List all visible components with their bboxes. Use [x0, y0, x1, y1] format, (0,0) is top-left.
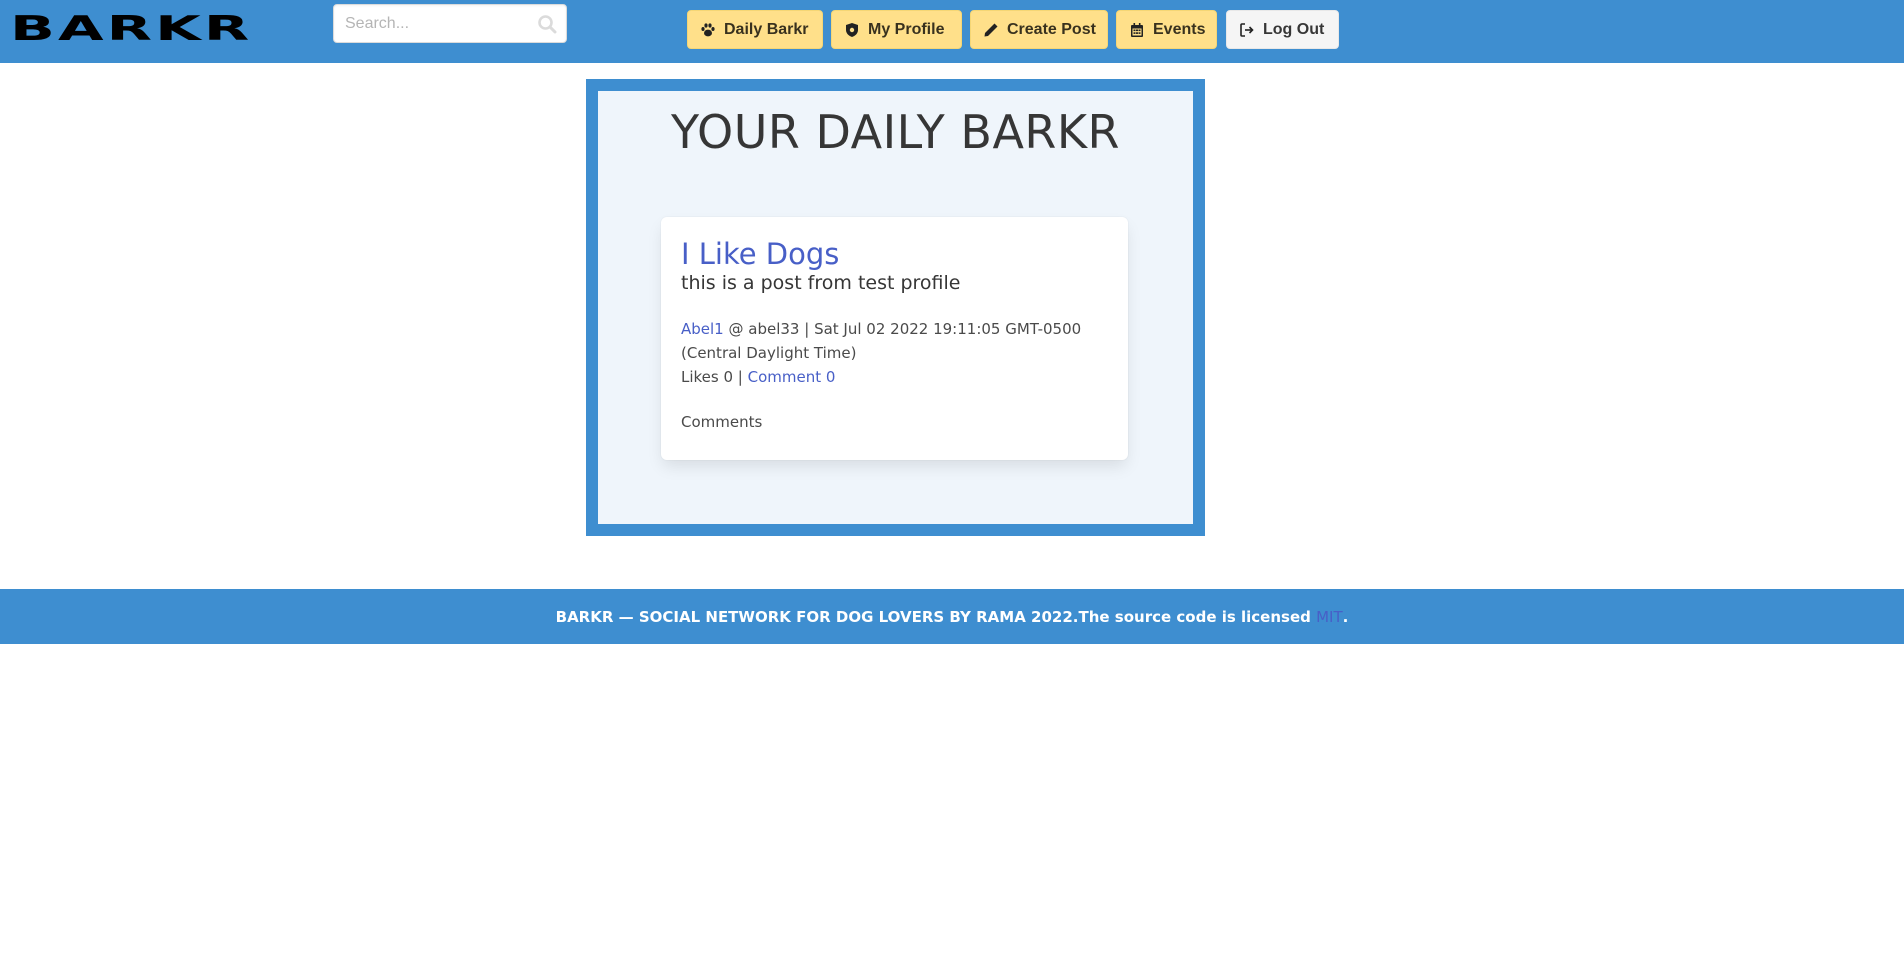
- comments-label: Comments: [681, 413, 763, 431]
- log-out-label: Log Out: [1263, 20, 1325, 38]
- daily-barkr-panel-inner: YOUR DAILY BARKR I Like Dogs this is a p…: [598, 91, 1193, 524]
- my-profile-label: My Profile: [868, 20, 945, 38]
- post-meta: Abel1 @ abel33 | Sat Jul 02 2022 19:11:0…: [681, 317, 1108, 389]
- search-icon[interactable]: [537, 14, 557, 34]
- footer-text: BARKR — SOCIAL NETWORK FOR DOG LOVERS BY…: [555, 607, 1311, 626]
- log-out-button[interactable]: Log Out: [1226, 10, 1339, 49]
- daily-barkr-label: Daily Barkr: [724, 20, 809, 38]
- sign-out-icon: [1239, 22, 1255, 38]
- page-title: YOUR DAILY BARKR: [670, 105, 1121, 159]
- my-profile-button[interactable]: My Profile: [831, 10, 962, 49]
- paw-icon: [700, 22, 716, 38]
- pencil-icon: [983, 22, 999, 38]
- shield-dog-icon: [844, 22, 860, 38]
- post-stats: Likes 0 | Comment 0: [681, 365, 1108, 389]
- post-title-link[interactable]: I Like Dogs: [681, 237, 839, 271]
- footer-license-link[interactable]: MIT: [1316, 608, 1343, 626]
- post-body: this is a post from test profile: [681, 272, 961, 294]
- post-author-link[interactable]: Abel1: [681, 320, 724, 338]
- post-timezone: (Central Daylight Time): [681, 344, 857, 362]
- daily-barkr-panel: YOUR DAILY BARKR I Like Dogs this is a p…: [586, 79, 1205, 536]
- create-post-label: Create Post: [1007, 20, 1096, 38]
- search-box: [333, 4, 567, 43]
- page-footer: BARKR — SOCIAL NETWORK FOR DOG LOVERS BY…: [0, 589, 1904, 644]
- top-navbar: BARKR Daily Barkr: [0, 0, 1904, 63]
- events-button[interactable]: Events: [1116, 10, 1217, 49]
- post-author-line: Abel1 @ abel33 | Sat Jul 02 2022 19:11:0…: [681, 317, 1108, 341]
- footer-end: .: [1342, 607, 1349, 626]
- calendar-icon: [1129, 22, 1145, 38]
- post-author-handle-date: @ abel33 | Sat Jul 02 2022 19:11:05 GMT-…: [728, 320, 1082, 338]
- search-input[interactable]: [334, 5, 566, 42]
- post-card: I Like Dogs this is a post from test pro…: [661, 217, 1128, 460]
- events-label: Events: [1153, 20, 1206, 38]
- create-post-button[interactable]: Create Post: [970, 10, 1108, 49]
- daily-barkr-button[interactable]: Daily Barkr: [687, 10, 823, 49]
- post-likes: Likes 0 |: [681, 368, 743, 386]
- post-comment-link[interactable]: Comment 0: [748, 368, 836, 386]
